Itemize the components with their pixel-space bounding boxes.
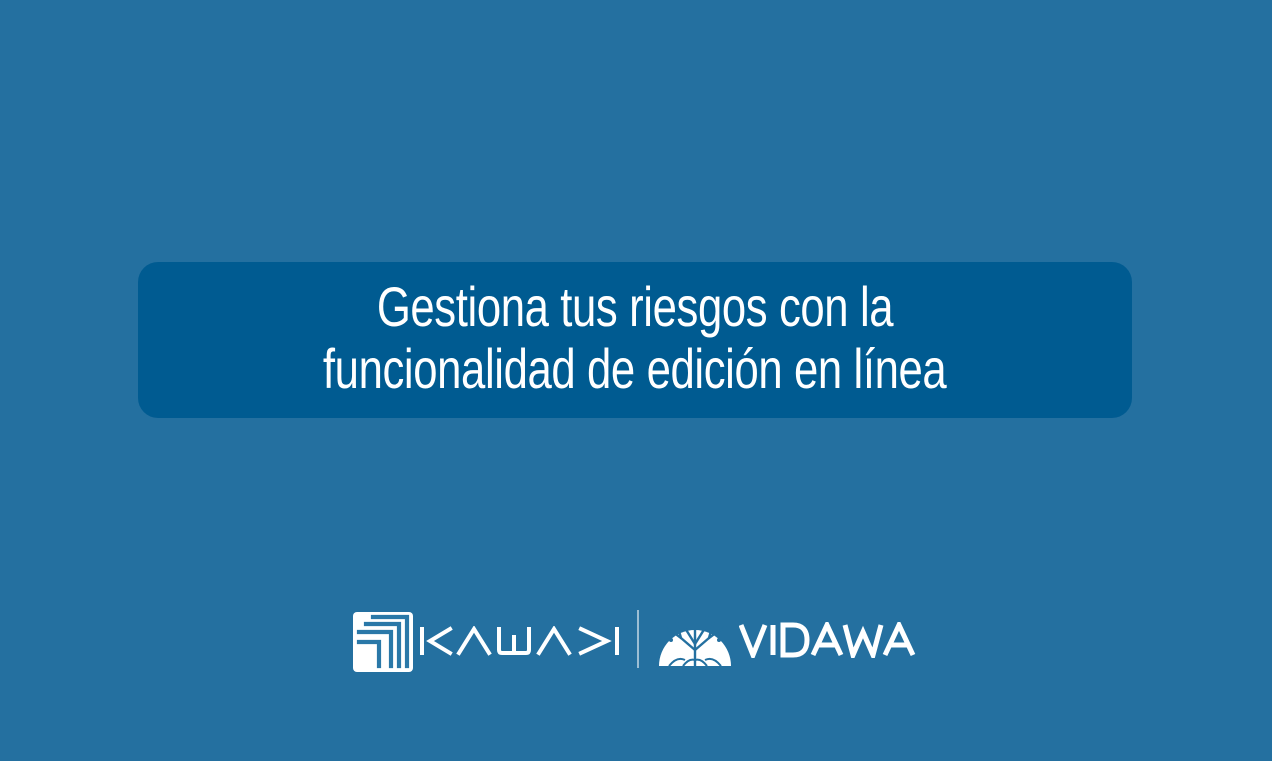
tree-circle-icon: [659, 615, 731, 668]
kawak-wordmark: [420, 626, 619, 656]
headline-line-1: Gestiona tus riesgos con la: [376, 275, 894, 338]
kawak-emblem-icon: [353, 612, 413, 672]
partner-logos: [353, 608, 918, 674]
logo-divider: [637, 610, 639, 668]
page-background: Gestiona tus riesgos con la funcionalida…: [0, 0, 1272, 761]
headline-banner: Gestiona tus riesgos con la funcionalida…: [138, 262, 1132, 418]
headline-line-2: funcionalidad de edición en línea: [323, 337, 947, 400]
vidawa-wordmark: [739, 622, 916, 658]
